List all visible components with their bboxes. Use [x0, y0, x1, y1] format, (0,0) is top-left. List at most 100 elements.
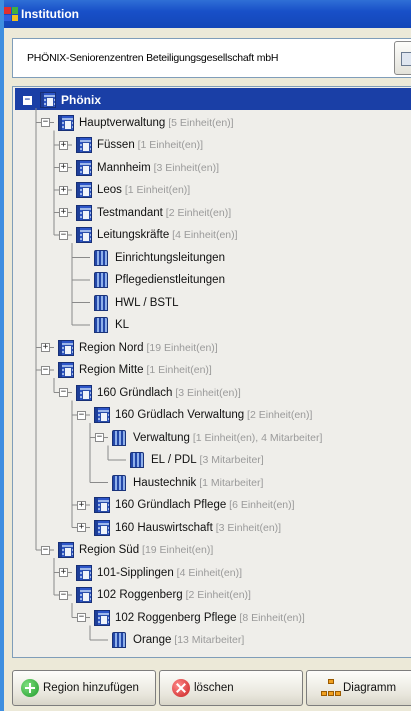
- collapse-icon[interactable]: −: [59, 590, 68, 600]
- unit-icon: [130, 452, 144, 468]
- tree-item[interactable]: Pflegedienstleitungen: [115, 270, 225, 290]
- expand-icon[interactable]: +: [77, 523, 86, 532]
- unit-icon: [94, 317, 108, 333]
- building-icon: [76, 564, 92, 581]
- tree-item[interactable]: Region Nord [19 Einheit(en)]: [79, 338, 218, 358]
- diagram-button[interactable]: Diagramm: [306, 670, 411, 706]
- expand-icon[interactable]: +: [59, 140, 68, 150]
- tree-item[interactable]: Haustechnik [1 Mitarbeiter]: [133, 473, 263, 493]
- tree-item-label: Region Nord: [79, 341, 144, 354]
- institution-tree[interactable]: − Phönix − Hauptverwaltung [5 Einheit(en)] +…: [12, 86, 411, 658]
- tree-item[interactable]: Leos [1 Einheit(en)]: [97, 180, 190, 200]
- unit-icon: [112, 429, 126, 446]
- tree-item-label: 160 Gründlach: [97, 386, 173, 399]
- tree-item[interactable]: Testmandant [2 Einheit(en)]: [97, 203, 231, 223]
- tree-item-label: KL: [115, 319, 130, 331]
- tree-item[interactable]: Füssen [1 Einheit(en)]: [97, 135, 203, 155]
- tree-item-count: [1 Einheit(en)]: [134, 139, 204, 151]
- collapse-icon[interactable]: −: [23, 95, 32, 105]
- unit-icon: [94, 249, 108, 266]
- tree-item[interactable]: Hauptverwaltung [5 Einheit(en)]: [79, 113, 234, 133]
- delete-button[interactable]: löschen: [159, 670, 303, 706]
- tree-item[interactable]: Mannheim [3 Einheit(en)]: [97, 158, 219, 178]
- tree-item[interactable]: 102 Roggenberg Pflege [8 Einheit(en)]: [115, 608, 305, 628]
- add-region-button[interactable]: Region hinzufügen: [12, 670, 156, 706]
- window-title: Institution: [21, 7, 79, 21]
- tree-item-count: [19 Einheit(en)]: [139, 544, 214, 556]
- tree-item[interactable]: Einrichtungsleitungen: [115, 248, 225, 268]
- tree-item-label: Füssen: [97, 139, 135, 151]
- tree-item-label: Pflegedienstleitungen: [115, 274, 225, 286]
- company-name-field: PHÖNIX-Seniorenzentren Beteiligungsgesel…: [12, 38, 411, 78]
- expand-icon[interactable]: +: [59, 185, 68, 195]
- tree-item[interactable]: Verwaltung [1 Einheit(en), 4 Mitarbeiter…: [133, 428, 322, 448]
- expand-icon[interactable]: +: [41, 343, 50, 352]
- tree-item-label: Leos: [97, 184, 122, 196]
- expand-icon[interactable]: +: [77, 500, 86, 510]
- collapse-icon[interactable]: −: [77, 613, 86, 622]
- tree-item[interactable]: 101-Sipplingen [4 Einheit(en)]: [97, 563, 242, 583]
- tree-item-label: Region Süd: [79, 544, 140, 556]
- building-icon: [76, 587, 92, 603]
- tree-item[interactable]: 160 Gründlach Pflege [6 Einheit(en)]: [115, 495, 295, 515]
- tree-item-label: 101-Sipplingen: [97, 566, 174, 579]
- tree-item[interactable]: HWL / BSTL: [115, 293, 178, 313]
- collapse-icon[interactable]: −: [41, 545, 50, 555]
- tree-item-count: [2 Einheit(en)]: [182, 589, 251, 601]
- expand-icon[interactable]: +: [59, 163, 68, 172]
- building-icon: [94, 609, 110, 626]
- building-icon: [76, 384, 92, 401]
- title-bar[interactable]: Institution: [4, 0, 411, 28]
- building-icon: [94, 407, 110, 423]
- company-name: PHÖNIX-Seniorenzentren Beteiligungsgesel…: [27, 52, 279, 64]
- collapse-icon[interactable]: −: [77, 410, 86, 420]
- delete-icon: [172, 679, 190, 697]
- tree-item-count: [3 Einheit(en)]: [150, 161, 219, 174]
- tree-item-label: Phönix: [61, 93, 102, 107]
- tree-item-label: Hauptverwaltung: [79, 116, 166, 129]
- tree-item-label: HWL / BSTL: [115, 296, 179, 309]
- tree-item-count: [2 Einheit(en)]: [162, 206, 232, 219]
- tree-item-count: [1 Einheit(en)]: [121, 184, 191, 196]
- building-icon: [76, 159, 92, 176]
- tree-item[interactable]: KL: [115, 315, 129, 335]
- building-icon: [94, 519, 110, 536]
- tree-item-label: EL / PDL: [151, 454, 197, 466]
- tree-item-label: Verwaltung: [133, 431, 190, 444]
- tree-item[interactable]: EL / PDL [3 Mitarbeiter]: [151, 450, 264, 470]
- tree-item-count: [3 Einheit(en)]: [212, 521, 282, 534]
- tree-item[interactable]: Region Süd [19 Einheit(en)]: [79, 540, 213, 560]
- tree-item[interactable]: 160 Gründlach [3 Einheit(en)]: [97, 383, 241, 403]
- tree-item[interactable]: 160 Grüdlach Verwaltung [2 Einheit(en)]: [115, 405, 312, 425]
- collapse-icon[interactable]: −: [59, 388, 68, 397]
- tree-item[interactable]: 102 Roggenberg [2 Einheit(en)]: [97, 585, 251, 605]
- plus-icon: [21, 679, 39, 697]
- building-icon: [76, 204, 92, 221]
- org-chart-icon: [321, 679, 341, 697]
- expand-icon[interactable]: +: [59, 208, 68, 217]
- tree-item[interactable]: Phönix: [61, 90, 101, 110]
- tree-item[interactable]: Leitungskräfte [4 Einheit(en)]: [97, 225, 238, 245]
- building-icon: [76, 227, 92, 243]
- add-region-label: Region hinzufügen: [43, 682, 139, 694]
- delete-label: löschen: [194, 682, 234, 694]
- collapse-icon[interactable]: −: [41, 365, 50, 375]
- tree-item[interactable]: Region Mitte [1 Einheit(en)]: [79, 360, 212, 380]
- tree-item-label: Testmandant: [97, 206, 163, 219]
- tree-item-count: [1 Einheit(en), 4 Mitarbeiter]: [189, 431, 323, 444]
- unit-icon: [94, 272, 108, 288]
- company-details-button[interactable]: [394, 41, 411, 75]
- tree-item-count: [3 Einheit(en)]: [172, 386, 241, 399]
- diagram-label: Diagramm: [343, 682, 397, 694]
- tree-item[interactable]: Orange [13 Mitarbeiter]: [133, 630, 244, 650]
- tree-item-label: 102 Roggenberg: [97, 589, 183, 601]
- collapse-icon[interactable]: −: [95, 433, 104, 442]
- app-icon: [4, 7, 18, 21]
- tree-item-count: [19 Einheit(en)]: [143, 341, 218, 354]
- collapse-icon[interactable]: −: [41, 118, 50, 127]
- footer-toolbar: Region hinzufügen löschen Diagramm: [12, 670, 411, 708]
- expand-icon[interactable]: +: [59, 568, 68, 577]
- tree-item-count: [6 Einheit(en)]: [226, 499, 295, 511]
- collapse-icon[interactable]: −: [59, 230, 68, 240]
- tree-item[interactable]: 160 Hauswirtschaft [3 Einheit(en)]: [115, 518, 281, 538]
